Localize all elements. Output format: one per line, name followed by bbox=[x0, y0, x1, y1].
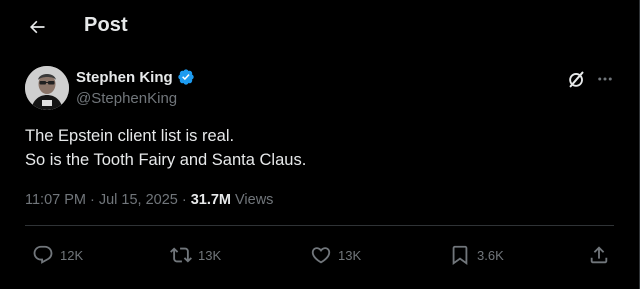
more-horizontal-icon bbox=[598, 77, 612, 81]
views-label: Views bbox=[235, 192, 274, 208]
views-count[interactable]: 31.7M bbox=[191, 192, 231, 208]
arrow-left-icon bbox=[30, 20, 45, 34]
post-text: The Epstein client list is real. So is t… bbox=[25, 124, 306, 172]
repost-icon bbox=[170, 247, 192, 263]
reply-count: 12K bbox=[60, 247, 84, 263]
meta-separator: · bbox=[181, 192, 187, 208]
page-title: Post bbox=[84, 14, 128, 36]
share-icon bbox=[590, 246, 608, 264]
bookmark-button[interactable]: 3.6K bbox=[449, 244, 504, 266]
post-meta: 11:07 PM · Jul 15, 2025 · 31.7M Views bbox=[25, 192, 273, 208]
reply-icon bbox=[33, 245, 53, 264]
post-detail-screen: Post Stephen King @StephenKing The Epste… bbox=[0, 0, 640, 289]
verified-badge-icon bbox=[177, 69, 194, 85]
author-photo-icon bbox=[25, 66, 69, 110]
divider bbox=[25, 225, 614, 226]
post-date[interactable]: Jul 15, 2025 bbox=[99, 192, 178, 208]
bookmark-count: 3.6K bbox=[477, 247, 504, 263]
author-name[interactable]: Stephen King bbox=[76, 69, 173, 86]
repost-count: 13K bbox=[198, 247, 222, 263]
grok-icon bbox=[569, 71, 584, 88]
author-handle[interactable]: @StephenKing bbox=[76, 90, 177, 107]
back-button[interactable] bbox=[22, 13, 52, 41]
like-button[interactable]: 13K bbox=[310, 244, 361, 266]
meta-separator: · bbox=[90, 192, 95, 208]
author-name-row[interactable]: Stephen King bbox=[76, 68, 195, 86]
like-count: 13K bbox=[338, 247, 362, 263]
repost-button[interactable]: 13K bbox=[170, 244, 221, 266]
heart-icon bbox=[311, 247, 331, 264]
post-time[interactable]: 11:07 PM bbox=[25, 192, 86, 208]
share-button[interactable] bbox=[588, 244, 610, 266]
grok-button[interactable] bbox=[566, 68, 588, 90]
page-header: Post bbox=[0, 0, 640, 53]
more-options-button[interactable] bbox=[594, 68, 616, 90]
post-text-line: So is the Tooth Fairy and Santa Claus. bbox=[25, 151, 307, 169]
bookmark-icon bbox=[452, 245, 468, 266]
avatar[interactable] bbox=[25, 66, 69, 110]
post-text-line: The Epstein client list is real. bbox=[25, 127, 235, 145]
reply-button[interactable]: 12K bbox=[32, 244, 83, 266]
